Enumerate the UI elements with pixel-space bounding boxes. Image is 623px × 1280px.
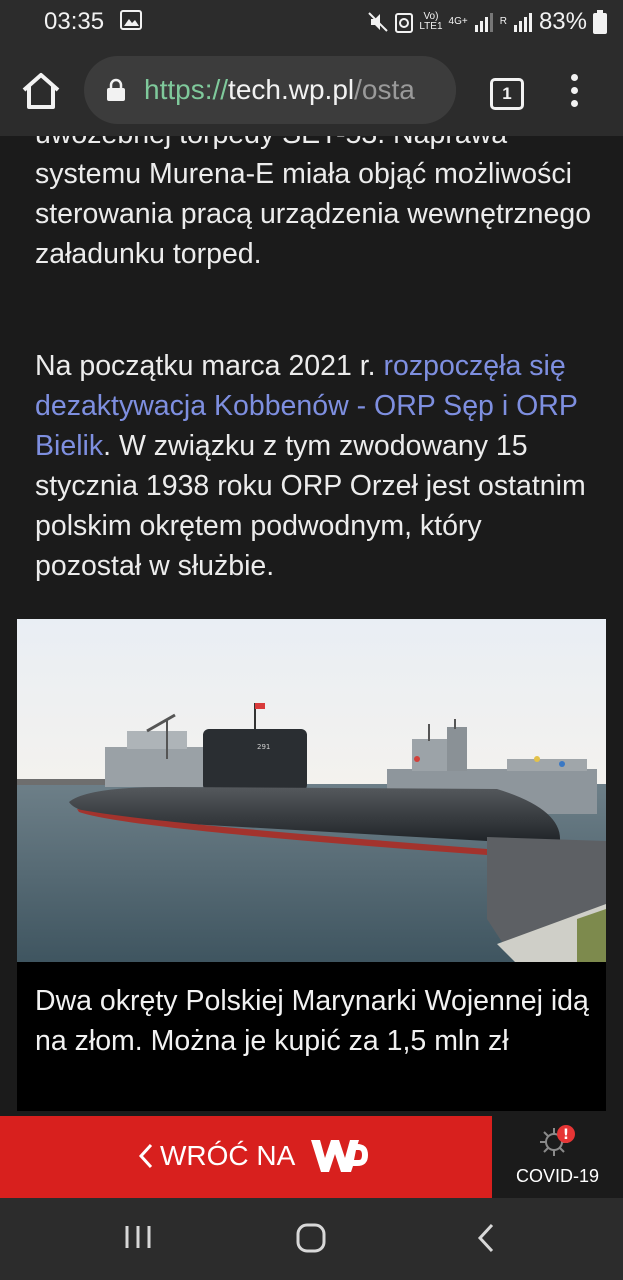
recycle-icon: [395, 13, 414, 33]
back-icon[interactable]: [476, 1222, 496, 1254]
wp-logo: [311, 1140, 369, 1172]
alert-badge-icon: !: [557, 1125, 575, 1143]
home-circle-icon[interactable]: [296, 1223, 326, 1253]
card-caption[interactable]: Dwa okręty Polskiej Marynarki Wojennej i…: [35, 981, 590, 1061]
status-bar: 03:35 Vo) LTE1 4G+ R 83%: [0, 0, 623, 44]
related-article-card[interactable]: 291 Dwa okręty Polskiej Marynarki Wojenn…: [17, 619, 606, 1111]
tabs-icon[interactable]: 1: [490, 78, 524, 110]
article-content: uwożebnej torpedy SET-53. Naprawa system…: [0, 136, 623, 1116]
mute-icon: [368, 12, 389, 32]
image-icon: [120, 10, 142, 30]
recent-apps-icon[interactable]: [124, 1224, 152, 1250]
network-bottom-label: LTE1: [419, 21, 443, 32]
paragraph-text: . W związku z tym zwodowany 15 stycznia …: [35, 430, 586, 582]
battery-percent: 83%: [538, 8, 587, 35]
bottom-banner: WRÓĆ NA COVID-19 !: [0, 1116, 623, 1198]
signal-icon: [474, 13, 493, 32]
url-fade: [420, 56, 456, 124]
more-vert-icon[interactable]: [566, 74, 582, 108]
article-paragraph: Na początku marca 2021 r. rozpoczęła się…: [35, 346, 595, 586]
battery-icon: [593, 10, 607, 34]
chevron-left-icon: [138, 1143, 153, 1169]
system-nav-bar: [0, 1198, 623, 1280]
signal-icon: [513, 13, 532, 32]
covid-label: COVID-19: [515, 1166, 600, 1186]
back-to-wp-button[interactable]: WRÓĆ NA: [0, 1116, 492, 1198]
network-label: Vo) LTE1: [419, 12, 442, 32]
data-type-label: 4G+: [448, 16, 468, 27]
roaming-indicator: R: [499, 16, 507, 27]
article-paragraph: uwożebnej torpedy SET-53. Naprawa system…: [35, 136, 592, 270]
url-path: /osta: [354, 74, 415, 105]
alert-badge-text: !: [563, 1127, 569, 1143]
url-scheme: https://: [144, 74, 229, 105]
status-icons: Vo) LTE1 4G+ R 83%: [367, 8, 607, 36]
back-label: WRÓĆ NA: [160, 1140, 296, 1171]
paragraph-text: Na początku marca 2021 r.: [35, 350, 384, 382]
submarine-photo[interactable]: 291: [17, 619, 606, 962]
submarine-number: 291: [257, 743, 270, 751]
browser-toolbar: https://tech.wp.pl/osta 1: [0, 44, 623, 136]
url-text[interactable]: https://tech.wp.pl/osta: [144, 74, 415, 106]
home-icon[interactable]: [20, 70, 62, 112]
status-time: 03:35: [44, 8, 105, 35]
lock-icon[interactable]: [106, 78, 126, 102]
url-bar[interactable]: https://tech.wp.pl/osta: [84, 56, 456, 124]
back-to-wp-inner: WRÓĆ NA: [138, 1136, 369, 1176]
url-host: tech.wp.pl: [228, 74, 355, 105]
